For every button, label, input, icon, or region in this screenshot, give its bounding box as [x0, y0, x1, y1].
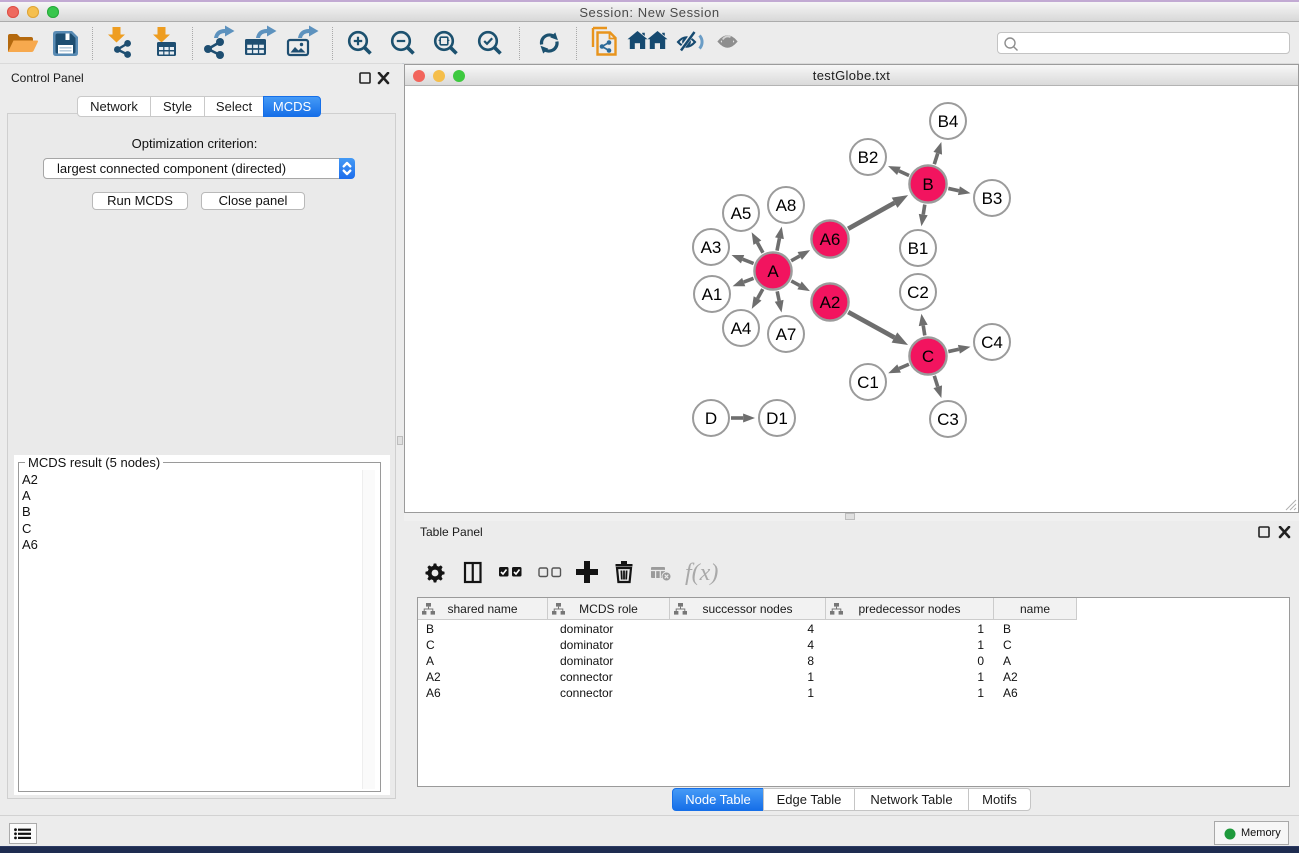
- svg-text:B: B: [922, 175, 933, 194]
- svg-text:B3: B3: [982, 189, 1003, 208]
- svg-text:A4: A4: [731, 319, 752, 338]
- svg-text:A6: A6: [820, 230, 841, 249]
- svg-text:B2: B2: [858, 148, 879, 167]
- svg-text:A8: A8: [776, 196, 797, 215]
- svg-text:B1: B1: [908, 239, 929, 258]
- svg-text:C4: C4: [981, 333, 1003, 352]
- svg-text:A3: A3: [701, 238, 722, 257]
- svg-text:A: A: [767, 262, 779, 281]
- svg-text:A2: A2: [820, 293, 841, 312]
- svg-text:C2: C2: [907, 283, 929, 302]
- svg-text:A7: A7: [776, 325, 797, 344]
- svg-text:B4: B4: [938, 112, 959, 131]
- svg-text:A5: A5: [731, 204, 752, 223]
- svg-text:C: C: [922, 347, 934, 366]
- svg-text:f(x): f(x): [685, 560, 718, 586]
- svg-text:D: D: [705, 409, 717, 428]
- svg-text:A1: A1: [702, 285, 723, 304]
- svg-text:C3: C3: [937, 410, 959, 429]
- svg-text:D1: D1: [766, 409, 788, 428]
- svg-text:C1: C1: [857, 373, 879, 392]
